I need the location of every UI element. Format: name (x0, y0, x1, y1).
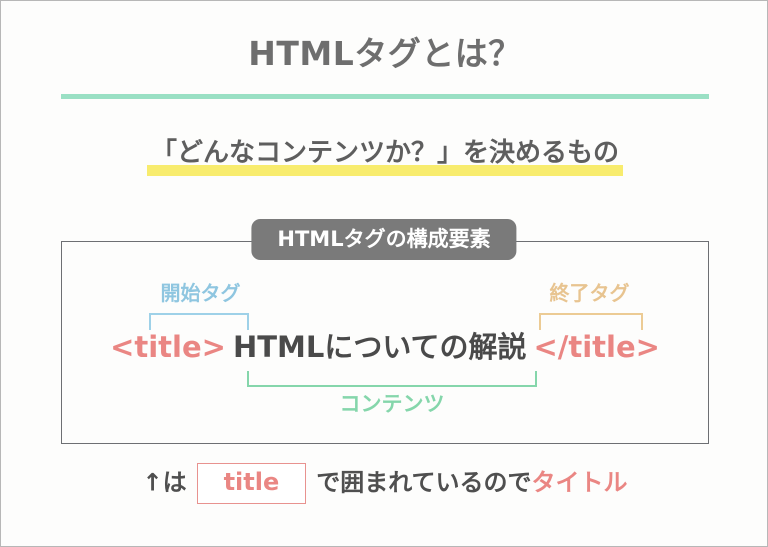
end-tag-label: 終了タグ (549, 281, 630, 305)
page-title: HTMLタグとは？ (248, 34, 522, 73)
slide-canvas: HTMLタグとは？ 「どんなコンテンツか？」を決めるもの HTMLタグの構成要素… (0, 0, 768, 547)
caption-arrow-text: ↑は (142, 468, 187, 497)
tag-content-text: HTMLについての解説 (232, 330, 527, 364)
title-chip: title (196, 463, 307, 504)
title-divider-rule (61, 94, 709, 99)
section-badge: HTMLタグの構成要素 (251, 219, 517, 261)
start-tag-bracket (149, 313, 249, 330)
closing-tag-code: </title> (533, 330, 660, 364)
start-tag-label: 開始タグ (160, 281, 241, 305)
tag-code-row: <title> HTMLについての解説 </title> (1, 330, 768, 364)
caption-accent-text: タイトル (531, 468, 628, 497)
end-tag-bracket (539, 313, 643, 330)
opening-tag-code: <title> (110, 330, 226, 364)
content-label: コンテンツ (339, 392, 445, 416)
subtitle: 「どんなコンテンツか？」を決めるもの (146, 137, 623, 176)
bottom-caption: ↑は title で囲まれているのでタイトル (1, 463, 768, 504)
subtitle-text: 「どんなコンテンツか？」を決めるもの (150, 138, 619, 168)
content-bracket (247, 371, 537, 387)
subtitle-container: 「どんなコンテンツか？」を決めるもの (1, 137, 768, 176)
caption-middle-text: で囲まれているので (316, 468, 532, 497)
